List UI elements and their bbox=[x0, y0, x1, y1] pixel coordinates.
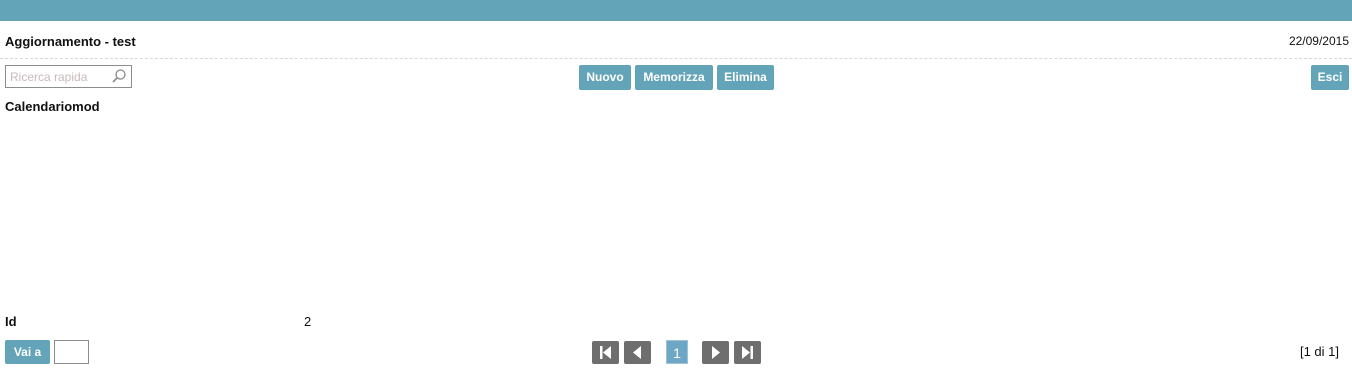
goto-page-input[interactable] bbox=[54, 340, 89, 364]
last-page-icon bbox=[742, 346, 753, 359]
divider bbox=[0, 58, 1352, 59]
field-label-id: Id bbox=[5, 314, 17, 329]
previous-page-button[interactable] bbox=[624, 341, 651, 364]
top-bar bbox=[0, 0, 1352, 21]
search-input[interactable] bbox=[10, 69, 108, 85]
next-page-icon bbox=[712, 346, 720, 359]
search-icon[interactable] bbox=[111, 68, 127, 84]
record-count: [1 di 1] bbox=[1299, 344, 1339, 359]
current-date: 22/09/2015 bbox=[1288, 34, 1349, 48]
current-page-indicator: 1 bbox=[666, 340, 688, 364]
first-page-button[interactable] bbox=[592, 341, 619, 364]
first-page-icon bbox=[600, 346, 611, 359]
section-title: Calendariomod bbox=[5, 99, 100, 114]
last-page-button[interactable] bbox=[734, 341, 761, 364]
save-button[interactable]: Memorizza bbox=[635, 65, 713, 90]
new-button[interactable]: Nuovo bbox=[579, 65, 631, 90]
page-title: Aggiornamento - test bbox=[5, 34, 136, 49]
next-page-button[interactable] bbox=[702, 341, 729, 364]
delete-button[interactable]: Elimina bbox=[717, 65, 774, 90]
quick-search-box bbox=[5, 65, 132, 88]
goto-button[interactable]: Vai a bbox=[5, 340, 50, 364]
previous-page-icon bbox=[633, 346, 641, 359]
exit-button[interactable]: Esci bbox=[1311, 65, 1349, 90]
field-value-id: 2 bbox=[304, 314, 312, 329]
